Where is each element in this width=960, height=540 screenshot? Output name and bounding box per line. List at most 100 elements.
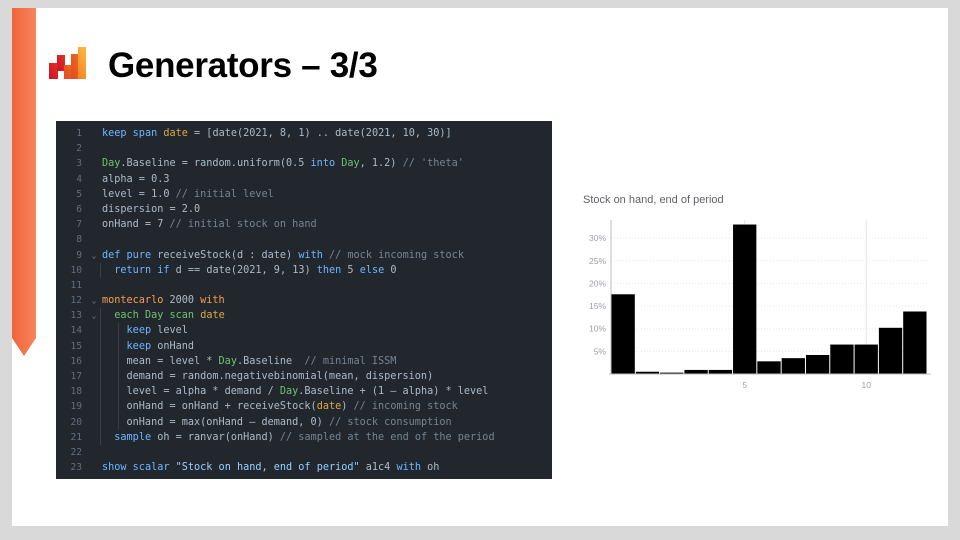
indent-guide <box>100 384 101 400</box>
code-line: 1 keep span date = [date(2021, 8, 1) .. d… <box>56 126 552 141</box>
indent-guide <box>100 338 101 354</box>
indent-guide <box>100 323 101 339</box>
line-number: 23 <box>70 462 82 474</box>
code-line: 23 show scalar "Stock on hand, end of per… <box>56 460 552 475</box>
indent-guide <box>118 399 119 415</box>
code-line: 4 alpha = 0.3 <box>56 172 552 187</box>
bar <box>757 361 781 374</box>
code-line: 11 <box>56 278 552 293</box>
indent-guide <box>100 262 101 278</box>
line-number: 7 <box>76 219 82 231</box>
line-number: 11 <box>70 279 82 291</box>
code-line: 17 demand = random.negativebinomial(mean… <box>56 369 552 385</box>
line-number: 2 <box>76 143 82 155</box>
y-axis-tick-label: 5% <box>594 346 607 356</box>
line-number: 19 <box>70 401 82 413</box>
code-text: onHand = 7 // initial stock on hand <box>102 219 317 231</box>
code-line: 2 <box>56 141 552 156</box>
code-text: alpha = 0.3 <box>102 173 170 185</box>
line-number: 20 <box>70 416 82 428</box>
code-line: 19 onHand = onHand + receiveStock(date) … <box>56 399 552 415</box>
bar <box>854 344 878 374</box>
line-number: 22 <box>70 446 82 458</box>
code-line: 20 onHand = max(onHand – demand, 0) // s… <box>56 414 552 430</box>
y-axis-tick-label: 15% <box>589 301 606 311</box>
code-text: dispersion = 2.0 <box>102 203 201 215</box>
bar <box>903 311 927 374</box>
code-text: mean = level * Day.Baseline // minimal I… <box>102 355 397 367</box>
code-text: each Day scan date <box>114 310 225 322</box>
bar <box>611 294 635 374</box>
page-title: Generators – 3/3 <box>108 46 378 85</box>
code-line: 6 dispersion = 2.0 <box>56 202 552 217</box>
code-line: 13 ⌄ each Day scan date <box>56 308 552 324</box>
code-text: level = alpha * demand / Day.Baseline + … <box>102 386 489 398</box>
code-lines-container: 1 keep span date = [date(2021, 8, 1) .. d… <box>56 121 552 475</box>
code-line: 10 return if d == date(2021, 9, 13) then… <box>56 262 552 278</box>
lokad-bar-logo-icon <box>46 43 92 89</box>
code-block[interactable]: 1 keep span date = [date(2021, 8, 1) .. d… <box>56 121 552 479</box>
indent-guide <box>100 369 101 385</box>
code-text: keep onHand <box>126 340 195 352</box>
chevron-down-icon[interactable]: ⌄ <box>88 248 100 263</box>
presentation-slide: Generators – 3/3 1 keep span date = [date… <box>12 8 948 526</box>
line-number: 12 <box>70 295 82 307</box>
code-line: 21 sample oh = ranvar(onHand) // sampled… <box>56 429 552 445</box>
histogram-chart: 5% 10% 15% 20% 25% 30% 5 10 <box>589 220 931 390</box>
code-text: def pure receiveStock(d : date) with // … <box>102 249 464 261</box>
indent-guide <box>118 353 119 369</box>
screen-background: Generators – 3/3 1 keep span date = [date… <box>0 0 960 540</box>
code-line: 9 ⌄ def pure receiveStock(d : date) with /… <box>56 248 552 263</box>
indent-guide <box>118 338 119 354</box>
indent-guide <box>118 323 119 339</box>
code-line: 15 keep onHand <box>56 338 552 354</box>
line-number: 10 <box>70 264 82 276</box>
line-number: 13 <box>70 310 82 322</box>
code-text: onHand = onHand + receiveStock(date) // … <box>102 401 458 413</box>
indent-guide <box>118 384 119 400</box>
line-number: 16 <box>70 355 82 367</box>
bar <box>878 327 903 374</box>
code-line: 7 onHand = 7 // initial stock on hand <box>56 217 552 232</box>
line-number: 5 <box>76 188 82 200</box>
indent-guide <box>100 308 101 324</box>
chevron-down-icon[interactable]: ⌄ <box>88 308 100 323</box>
bar <box>781 358 805 374</box>
indent-guide <box>118 369 119 385</box>
x-axis-tick-label: 5 <box>742 380 747 390</box>
line-number: 18 <box>70 386 82 398</box>
code-text: show scalar "Stock on hand, end of perio… <box>102 462 440 474</box>
code-text: return if d == date(2021, 9, 13) then 5 … <box>114 264 397 276</box>
indent-guide <box>118 414 119 430</box>
code-line: 18 level = alpha * demand / Day.Baseline… <box>56 384 552 400</box>
code-line: 3 Day.Baseline = random.uniform(0.5 into … <box>56 156 552 171</box>
y-axis-tick-label: 20% <box>589 278 606 288</box>
code-text: montecarlo 2000 with <box>102 295 225 307</box>
line-number: 9 <box>76 249 82 261</box>
line-number: 14 <box>70 325 82 337</box>
x-axis-tick-label: 10 <box>861 380 871 390</box>
bar <box>708 369 733 374</box>
chevron-down-icon[interactable]: ⌄ <box>88 293 100 308</box>
code-line: 16 mean = level * Day.Baseline // minima… <box>56 353 552 369</box>
code-line: 5 level = 1.0 // initial level <box>56 187 552 202</box>
indent-guide <box>100 429 101 445</box>
code-line: 12 ⌄ montecarlo 2000 with <box>56 293 552 308</box>
chart-panel: Stock on hand, end of period 5% 10% 15% 20%… <box>577 194 937 409</box>
code-line: 14 keep level <box>56 323 552 339</box>
code-text: sample oh = ranvar(onHand) // sampled at… <box>114 431 495 443</box>
accent-ribbon <box>12 8 38 356</box>
code-line: 8 <box>56 232 552 247</box>
y-axis-tick-label: 25% <box>589 256 606 266</box>
code-text: keep level <box>126 325 188 337</box>
code-text: demand = random.negativebinomial(mean, d… <box>102 371 434 382</box>
bar <box>830 344 854 374</box>
slide-header: Generators – 3/3 <box>46 34 378 98</box>
indent-guide <box>100 414 101 430</box>
line-number: 17 <box>70 371 82 382</box>
code-text: keep span date = [date(2021, 8, 1) .. da… <box>102 128 452 139</box>
indent-guide <box>100 399 101 415</box>
line-number: 1 <box>76 128 82 139</box>
indent-guide <box>100 353 101 369</box>
y-axis-tick-label: 10% <box>589 324 606 334</box>
